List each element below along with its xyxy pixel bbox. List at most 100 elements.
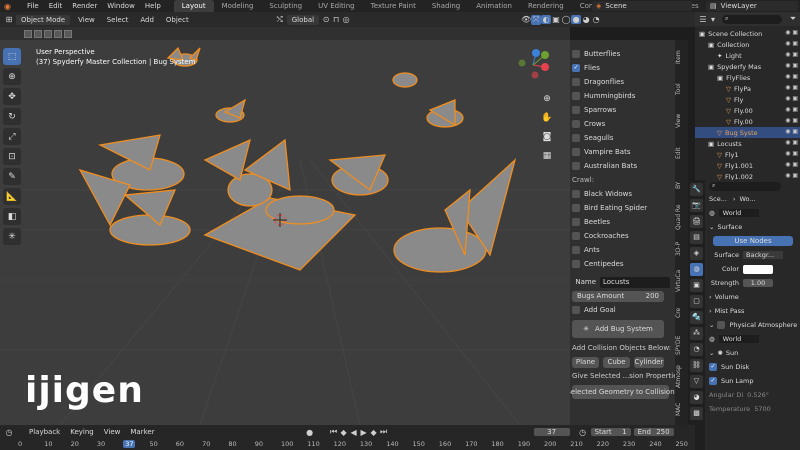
add-cube-icon[interactable]: ◧ — [3, 208, 21, 225]
material-shading-icon[interactable]: ◕ — [581, 15, 591, 24]
checkbox[interactable] — [572, 260, 580, 268]
plane-button[interactable]: Plane — [572, 356, 599, 368]
fly-type-option[interactable]: Hummingbirds — [570, 89, 675, 103]
rotate-icon[interactable]: ↻ — [3, 108, 21, 125]
use-nodes-button[interactable]: Use Nodes — [713, 236, 793, 246]
cylinder-button[interactable]: Cylinder — [634, 356, 664, 368]
outliner-item[interactable]: ▽ Fly1 ◉ ▣ — [695, 149, 800, 160]
transform-icon[interactable]: ⊡ — [3, 148, 21, 165]
world-tab-icon[interactable]: ◍ — [690, 263, 703, 276]
strength-field[interactable]: 1.00 — [743, 279, 773, 287]
add-bug-system-button[interactable]: ✳ Add Bug System — [572, 320, 664, 338]
visibility-icon[interactable]: ◉ ▣ — [785, 161, 798, 168]
timeline-editor-icon[interactable]: ◷ — [4, 428, 14, 437]
menu-help[interactable]: Help — [140, 2, 166, 10]
sun-subpanel-header[interactable]: ⌄ ✺ Sun — [706, 346, 800, 360]
menu-file[interactable]: File — [22, 2, 44, 10]
add-goal-row[interactable]: Add Goal — [570, 303, 675, 317]
object-tab-icon[interactable]: ▢ — [690, 295, 703, 308]
view-layer-selector[interactable]: ▤ ViewLayer — [706, 1, 798, 11]
crawl-type-option[interactable]: Black Widows — [570, 187, 675, 201]
crawl-type-option[interactable]: Ants — [570, 243, 675, 257]
props-search-input[interactable]: ⌕ — [709, 181, 781, 191]
move-icon[interactable]: ✥ — [3, 88, 21, 105]
display-mode-icon[interactable]: ▾ — [708, 15, 718, 24]
checkbox[interactable] — [572, 148, 580, 156]
visibility-icon[interactable]: ◉ ▣ — [785, 84, 798, 91]
checkbox[interactable] — [572, 134, 580, 142]
playback-menu[interactable]: Playback — [24, 428, 65, 436]
checkbox[interactable] — [572, 162, 580, 170]
visibility-icon[interactable]: ◉ ▣ — [785, 29, 798, 36]
mist-panel-header[interactable]: › Mist Pass — [706, 304, 800, 318]
visibility-icon[interactable]: ◉ ▣ — [785, 51, 798, 58]
checkbox[interactable] — [572, 78, 580, 86]
rendered-shading-icon[interactable]: ◔ — [591, 15, 601, 24]
outliner-item[interactable]: ▽ Fly.00 ◉ ▣ — [695, 105, 800, 116]
checkbox[interactable] — [572, 232, 580, 240]
transform-orientation-dropdown[interactable]: Global — [286, 14, 320, 25]
annotate-icon[interactable]: ✎ — [3, 168, 21, 185]
jump-end-icon[interactable]: ⏭ — [379, 427, 389, 437]
fly-type-option[interactable]: Dragonflies — [570, 75, 675, 89]
ortho-toggle-icon[interactable]: ▦ — [540, 149, 554, 163]
overlay-icon[interactable]: ◐ — [541, 15, 552, 24]
visibility-icon[interactable]: ◉ ▣ — [785, 128, 798, 135]
texture-tab-icon[interactable]: ▩ — [690, 407, 703, 420]
visibility-icon[interactable]: ◉ ▣ — [785, 73, 798, 80]
name-field[interactable]: Locusts — [600, 276, 670, 288]
menu-edit[interactable]: Edit — [44, 2, 68, 10]
fly-type-option[interactable]: Seagulls — [570, 131, 675, 145]
sun-lamp-row[interactable]: ✓ Sun Lamp — [706, 374, 800, 388]
checkbox[interactable] — [572, 50, 580, 58]
outliner-item[interactable]: ▣ Locusts ◉ ▣ — [695, 138, 800, 149]
visibility-icon[interactable]: ◉ ▣ — [785, 62, 798, 69]
outliner-item[interactable]: ▽ Fly ◉ ▣ — [695, 94, 800, 105]
camera-view-icon[interactable]: ◙ — [540, 130, 554, 144]
collection-tab-icon[interactable]: ▣ — [690, 279, 703, 292]
start-frame-field[interactable]: Start 1 — [590, 428, 631, 436]
tab-uv-editing[interactable]: UV Editing — [310, 0, 363, 12]
current-frame-field[interactable]: 37 — [533, 428, 570, 436]
view-menu[interactable]: View — [99, 428, 126, 436]
checkbox[interactable] — [572, 204, 580, 212]
modifier-tab-icon[interactable]: 🔩 — [690, 311, 703, 324]
add-goal-checkbox[interactable] — [572, 306, 580, 314]
transform-orientation-icon[interactable]: ⤭ — [275, 15, 285, 25]
tab-animation[interactable]: Animation — [468, 0, 520, 12]
visibility-icon[interactable]: 👁 — [521, 15, 531, 24]
fly-type-option[interactable]: Butterflies — [570, 47, 675, 61]
tab-modeling[interactable]: Modeling — [214, 0, 262, 12]
visibility-icon[interactable]: ◉ ▣ — [785, 172, 798, 179]
scale-icon[interactable]: ⤢ — [3, 128, 21, 145]
checkbox[interactable] — [572, 106, 580, 114]
visibility-icon[interactable]: ◉ ▣ — [785, 139, 798, 146]
crawl-type-option[interactable]: Cockroaches — [570, 229, 675, 243]
fly-type-option[interactable]: Sparrows — [570, 103, 675, 117]
sidebar-tab[interactable]: SPYDE — [675, 330, 682, 360]
visibility-icon[interactable]: ◉ ▣ — [785, 95, 798, 102]
select-mode-extend-icon[interactable] — [34, 29, 42, 38]
sidebar-tab[interactable]: Atmosp — [675, 362, 682, 392]
scene-tab-icon[interactable]: ◈ — [690, 247, 703, 260]
visibility-icon[interactable]: ◉ ▣ — [785, 150, 798, 157]
fly-type-option[interactable]: Australian Bats — [570, 159, 675, 173]
cursor-icon[interactable]: ⊕ — [3, 68, 21, 85]
temperature-row[interactable]: Temperature 5700 — [706, 402, 800, 416]
data-tab-icon[interactable]: ▽ — [690, 375, 703, 388]
proportional-edit-icon[interactable]: ◎ — [341, 15, 351, 24]
end-frame-field[interactable]: End 250 — [633, 428, 674, 436]
outliner-item[interactable]: ▣ Collection ◉ ▣ — [695, 39, 800, 50]
physical-atmosphere-checkbox[interactable] — [717, 321, 726, 329]
gizmo-icon[interactable]: ⤧ — [531, 14, 542, 25]
scene-selector[interactable]: ◈ Scene — [592, 1, 692, 11]
spyderfy-icon[interactable]: ✳ — [3, 228, 21, 245]
editor-type-icon[interactable]: ⊞ — [4, 15, 14, 24]
select-mode-invert-icon[interactable] — [54, 29, 62, 38]
checkbox[interactable] — [572, 190, 580, 198]
color-swatch[interactable] — [743, 264, 773, 274]
record-icon[interactable]: ● — [305, 428, 315, 437]
fly-type-option[interactable]: Crows — [570, 117, 675, 131]
sidebar-tab[interactable]: Quad Re — [675, 202, 682, 232]
sidebar-tab[interactable]: VirtuCa — [675, 266, 682, 296]
